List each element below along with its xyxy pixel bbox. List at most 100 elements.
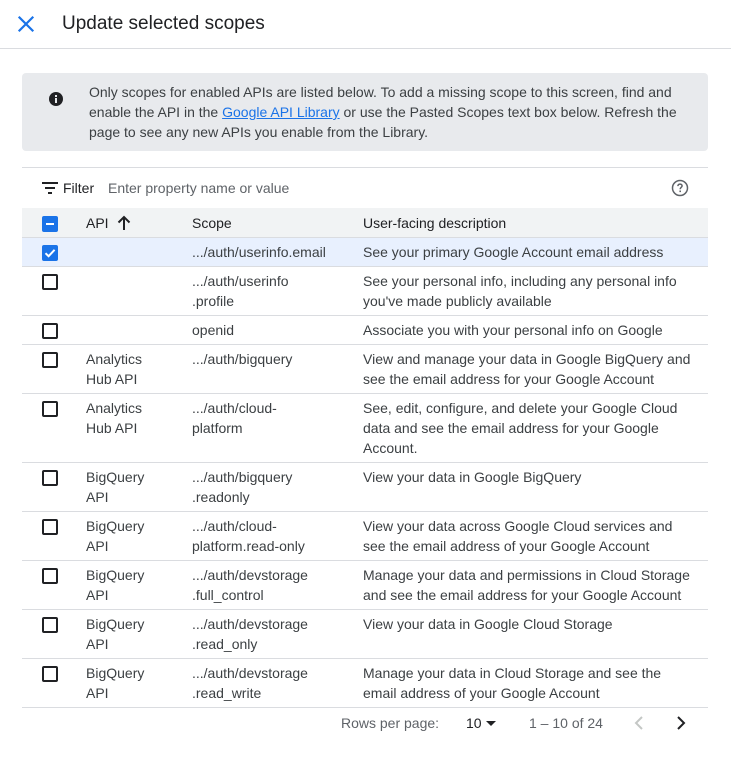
scope-cell-line: .../auth/cloud- bbox=[192, 400, 277, 416]
row-checkbox[interactable] bbox=[42, 274, 58, 290]
scope-cell-line: .read_write bbox=[192, 685, 262, 701]
dropdown-arrow-icon[interactable] bbox=[486, 721, 496, 726]
api-cell-line: Analytics bbox=[86, 400, 143, 416]
page-range: 1 – 10 of 24 bbox=[529, 715, 603, 731]
filter-bar: Filter bbox=[22, 167, 708, 209]
row-checkbox[interactable] bbox=[42, 323, 58, 339]
scope-cell: .../auth/devstorage .full_control bbox=[192, 565, 352, 605]
table-row[interactable]: BigQuery API .../auth/devstorage .read_writ… bbox=[22, 659, 708, 708]
column-header-scope[interactable]: Scope bbox=[192, 215, 232, 232]
scope-cell-line: .../auth/devstorage bbox=[192, 665, 308, 681]
api-cell: BigQuery API bbox=[86, 614, 176, 654]
description-cell-line: See your personal info, including any pe… bbox=[363, 273, 677, 289]
dialog-header: Update selected scopes bbox=[0, 0, 731, 49]
scope-cell-line: .readonly bbox=[192, 489, 250, 505]
scopes-table: API Scope User-facing description .../au… bbox=[22, 208, 708, 708]
description-cell: View your data in Google Cloud Storage bbox=[363, 614, 698, 634]
scope-cell: .../auth/devstorage .read_write bbox=[192, 663, 352, 703]
help-icon[interactable] bbox=[671, 179, 689, 197]
api-cell-line: Hub API bbox=[86, 420, 138, 436]
row-checkbox[interactable] bbox=[42, 470, 58, 486]
scope-cell-line: openid bbox=[192, 322, 235, 338]
chevron-left-icon[interactable] bbox=[632, 715, 646, 731]
table-row[interactable]: BigQuery API .../auth/devstorage .full_cont… bbox=[22, 561, 708, 610]
row-checkbox[interactable] bbox=[42, 352, 58, 368]
scope-cell-line: .../auth/cloud- bbox=[192, 518, 277, 534]
scope-cell: .../auth/devstorage .read_only bbox=[192, 614, 352, 654]
table-header: API Scope User-facing description bbox=[22, 208, 708, 238]
scope-cell-line: platform.read-only bbox=[192, 538, 305, 554]
chevron-right-icon[interactable] bbox=[674, 715, 688, 731]
filter-label: Filter bbox=[63, 180, 95, 196]
scope-cell-line: .../auth/devstorage bbox=[192, 616, 308, 632]
scope-cell: .../auth/cloud-platform.read-only bbox=[192, 516, 352, 556]
checkmark-icon bbox=[44, 249, 56, 258]
description-cell-line: See your primary Google Account email ad… bbox=[363, 244, 664, 260]
scope-cell-line: .../auth/bigquery bbox=[192, 469, 293, 485]
info-banner: Only scopes for enabled APIs are listed … bbox=[22, 73, 708, 151]
scope-cell-line: .read_only bbox=[192, 636, 258, 652]
row-checkbox[interactable] bbox=[42, 617, 58, 633]
pagination-bar: Rows per page: 10 1 – 10 of 24 bbox=[22, 708, 708, 738]
select-all-checkbox[interactable] bbox=[42, 216, 58, 232]
description-cell: See your personal info, including any pe… bbox=[363, 271, 698, 311]
api-cell: BigQuery API bbox=[86, 516, 176, 556]
checkbox-indeterminate-icon bbox=[46, 223, 54, 225]
table-row[interactable]: openid Associate you with your personal i… bbox=[22, 316, 708, 345]
api-cell: Analytics Hub API bbox=[86, 398, 176, 438]
scope-cell-line: .../auth/userinfo bbox=[192, 273, 289, 289]
row-checkbox[interactable] bbox=[42, 666, 58, 682]
scope-cell-line: .profile bbox=[192, 293, 235, 309]
api-library-link[interactable]: Google API Library bbox=[222, 104, 340, 120]
scope-cell: .../auth/bigquery .readonly bbox=[192, 467, 352, 507]
description-cell-line: you've made publicly available bbox=[363, 293, 552, 309]
description-cell: View your data across Google Cloud servi… bbox=[363, 516, 698, 556]
table-row[interactable]: .../auth/userinfo .profile See your person… bbox=[22, 267, 708, 316]
api-cell-line: BigQuery bbox=[86, 616, 145, 632]
info-text: Only scopes for enabled APIs are listed … bbox=[89, 82, 689, 142]
scope-cell: openid bbox=[192, 320, 352, 340]
description-cell: View your data in Google BigQuery bbox=[363, 467, 698, 487]
scope-cell: .../auth/userinfo .profile bbox=[192, 271, 352, 311]
description-cell-line: and see the email address for your Googl… bbox=[363, 587, 682, 603]
info-icon bbox=[49, 92, 63, 106]
description-cell: Manage your data in Cloud Storage and se… bbox=[363, 663, 698, 703]
dialog-title: Update selected scopes bbox=[62, 13, 265, 34]
description-cell-line: View your data across Google Cloud servi… bbox=[363, 518, 673, 534]
api-cell: BigQuery API bbox=[86, 467, 176, 507]
scope-cell: .../auth/bigquery bbox=[192, 349, 352, 369]
row-checkbox[interactable] bbox=[42, 401, 58, 417]
description-cell: See your primary Google Account email ad… bbox=[363, 242, 698, 262]
filter-input[interactable] bbox=[108, 178, 558, 198]
description-cell-line: View and manage your data in Google BigQ… bbox=[363, 351, 691, 367]
scope-cell-line: .../auth/devstorage bbox=[192, 567, 308, 583]
scope-cell-line: .../auth/userinfo.email bbox=[192, 244, 326, 260]
api-cell-line: BigQuery bbox=[86, 567, 145, 583]
description-cell-line: email address of your Google Account bbox=[363, 685, 600, 701]
table-row[interactable]: Analytics Hub API .../auth/cloud-platform S… bbox=[22, 394, 708, 463]
close-button[interactable] bbox=[14, 12, 38, 36]
description-cell-line: see the email address of your Google Acc… bbox=[363, 538, 650, 554]
scope-cell-line: .../auth/bigquery bbox=[192, 351, 293, 367]
sort-arrow-up-icon[interactable] bbox=[117, 215, 131, 231]
table-row[interactable]: BigQuery API .../auth/devstorage .read_only… bbox=[22, 610, 708, 659]
api-cell-line: Analytics bbox=[86, 351, 143, 367]
row-checkbox[interactable] bbox=[42, 519, 58, 535]
rows-per-page-label: Rows per page: bbox=[341, 715, 440, 731]
column-header-description[interactable]: User-facing description bbox=[363, 215, 506, 232]
table-row[interactable]: Analytics Hub API .../auth/bigquery View an… bbox=[22, 345, 708, 394]
api-cell: BigQuery API bbox=[86, 565, 176, 605]
rows-per-page-select[interactable]: 10 bbox=[466, 715, 482, 731]
description-cell-line: Manage your data and permissions in Clou… bbox=[363, 567, 690, 583]
api-cell-line: API bbox=[86, 587, 109, 603]
table-row[interactable]: BigQuery API .../auth/bigquery .readonly Vie… bbox=[22, 463, 708, 512]
table-row[interactable]: BigQuery API .../auth/cloud-platform.read-… bbox=[22, 512, 708, 561]
row-checkbox[interactable] bbox=[42, 568, 58, 584]
table-row[interactable]: .../auth/userinfo.email See your primary … bbox=[22, 238, 708, 267]
scope-cell-line: .full_control bbox=[192, 587, 264, 603]
column-header-api[interactable]: API bbox=[86, 215, 109, 232]
api-cell: BigQuery API bbox=[86, 663, 176, 703]
row-checkbox[interactable] bbox=[42, 245, 58, 261]
description-cell-line: Manage your data in Cloud Storage and se… bbox=[363, 665, 662, 681]
description-cell-line: See, edit, configure, and delete your Go… bbox=[363, 400, 678, 416]
